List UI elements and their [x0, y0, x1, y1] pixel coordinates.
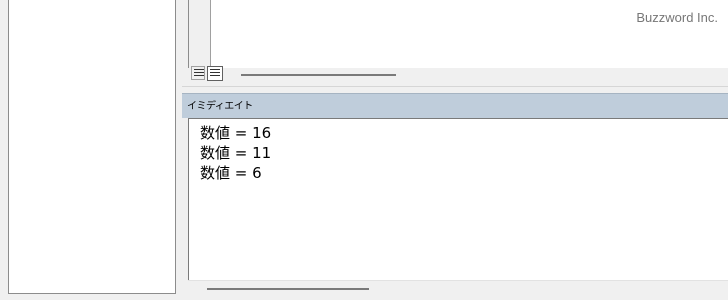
immediate-output: 数値 = 16 数値 = 11 数値 = 6 [200, 123, 271, 183]
procedure-view-button[interactable] [191, 66, 205, 80]
full-module-view-button[interactable] [207, 66, 223, 81]
full-module-view-icon [210, 69, 220, 78]
procedure-view-icon [194, 69, 204, 78]
output-line: 数値 = 16 [200, 124, 272, 142]
output-line: 数値 = 11 [200, 144, 272, 162]
code-margin [188, 0, 210, 68]
immediate-scrollbar-track [188, 280, 728, 300]
immediate-window-title: イミディエイト [187, 101, 253, 112]
divider [182, 86, 728, 87]
immediate-window-titlebar[interactable]: イミディエイト [182, 93, 728, 118]
code-horizontal-scrollbar[interactable] [241, 74, 396, 76]
watermark: Buzzword Inc. [636, 10, 718, 25]
project-tree-area[interactable] [8, 0, 176, 294]
immediate-horizontal-scrollbar[interactable] [207, 288, 369, 290]
output-line: 数値 = 6 [200, 164, 262, 182]
